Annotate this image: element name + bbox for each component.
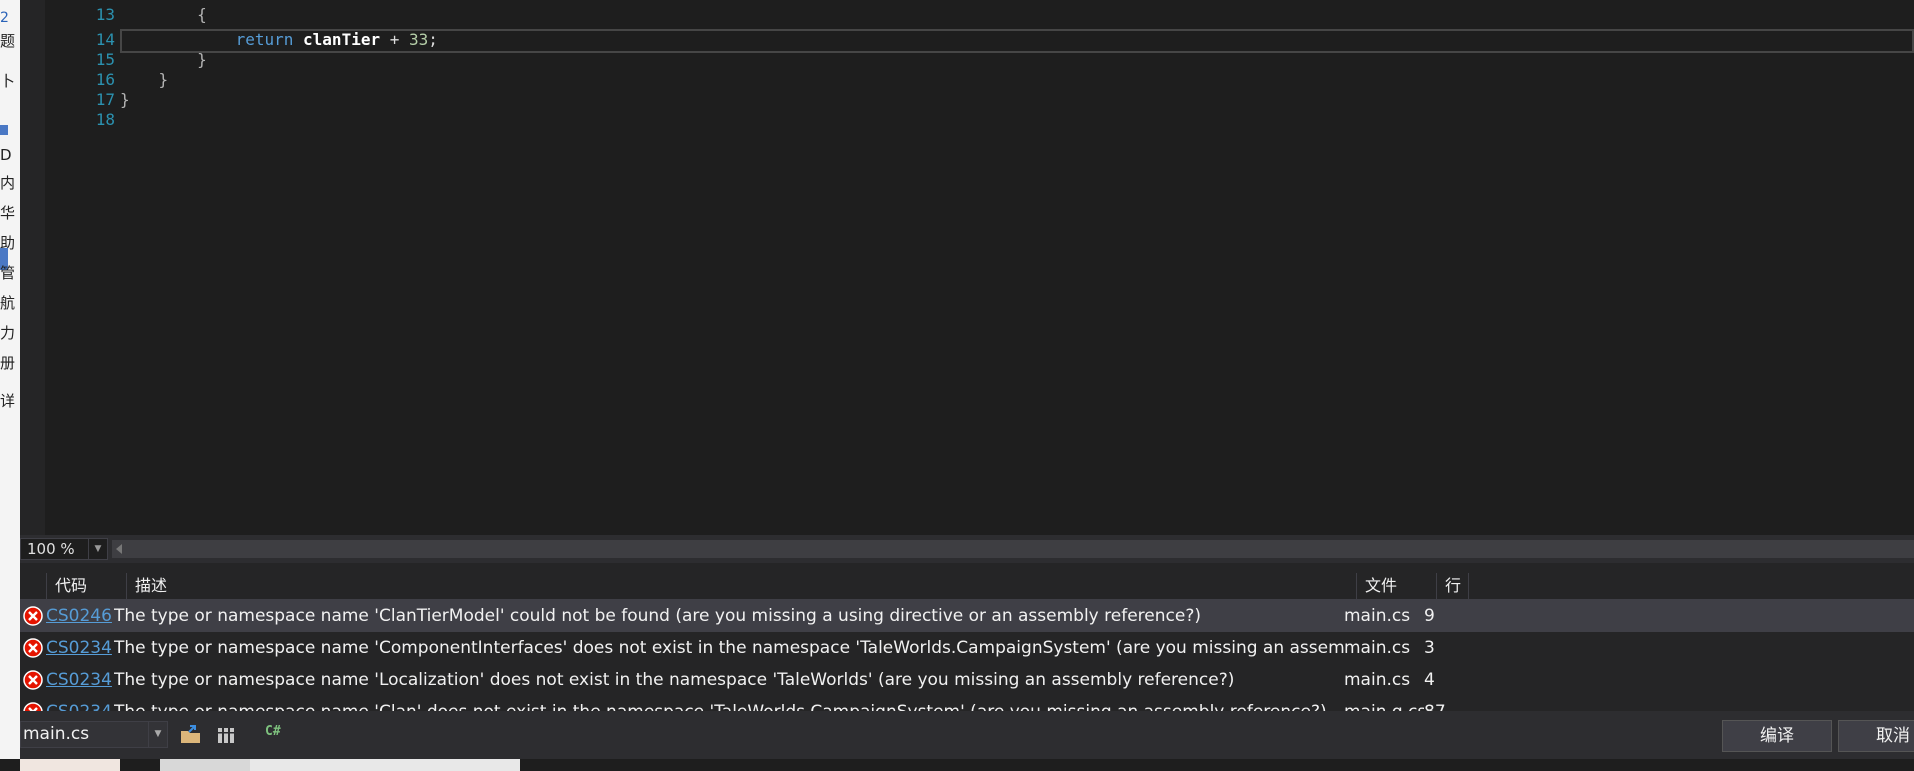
code-line: } xyxy=(120,50,207,70)
code-editor-dialog: 2 题 卜 D 内 华 助 管 航 力 册 详 13 14 15 16 17 1… xyxy=(0,0,1914,771)
code-token: clanTier xyxy=(303,30,381,49)
error-line: 3 xyxy=(1424,638,1435,658)
compile-button[interactable]: 编译 xyxy=(1722,720,1832,752)
code-token: } xyxy=(120,50,207,69)
background-block xyxy=(250,759,520,771)
background-char: D xyxy=(0,146,12,164)
background-char: 华 xyxy=(0,204,16,222)
column-header-file[interactable]: 文件 xyxy=(1356,573,1436,599)
code-token: } xyxy=(120,90,130,109)
code-token: ; xyxy=(428,30,438,49)
zoom-select[interactable]: 100 % ▼ xyxy=(20,538,108,560)
background-block xyxy=(20,759,120,771)
line-number: 18 xyxy=(95,110,115,129)
zoom-value: 100 % xyxy=(27,540,75,558)
error-file: main.cs xyxy=(1344,670,1411,690)
background-mark xyxy=(0,125,8,135)
code-line: return clanTier + 33; xyxy=(120,30,438,50)
background-block xyxy=(160,759,250,771)
code-token: return xyxy=(235,30,294,49)
line-number: 16 xyxy=(95,70,115,89)
error-file: main.cs xyxy=(1344,606,1411,626)
desktop-bottom-strip xyxy=(0,759,1914,771)
error-circle-icon xyxy=(23,638,43,658)
background-char: 卜 xyxy=(0,72,16,90)
scroll-left-arrow-icon[interactable] xyxy=(116,544,122,554)
column-header-code[interactable]: 代码 xyxy=(46,573,126,599)
background-char: 题 xyxy=(0,32,16,50)
background-app-strip: 2 题 卜 D 内 华 助 管 航 力 册 详 xyxy=(0,0,20,771)
bottom-toolbar: main.cs ▼ C# 编译 取消 xyxy=(20,711,1914,759)
background-char: 2 xyxy=(0,10,9,26)
line-number: 14 xyxy=(95,30,115,49)
code-line: { xyxy=(120,5,207,25)
error-line: 87 xyxy=(1424,696,1464,711)
open-folder-icon[interactable] xyxy=(180,725,202,745)
file-select-value: main.cs xyxy=(23,724,90,744)
code-text-area[interactable]: { return clanTier + 33; } } } xyxy=(120,0,1914,535)
line-number: 13 xyxy=(95,5,115,24)
csharp-icon[interactable]: C# xyxy=(265,724,281,739)
error-description: The type or namespace name 'ClanTierMode… xyxy=(114,606,1201,626)
library-icon[interactable] xyxy=(216,725,238,745)
error-list-panel: 代码 描述 文件 行 CS0246 The type or namespace … xyxy=(20,563,1914,711)
editor-status-bar: 100 % ▼ xyxy=(20,535,1914,563)
error-row[interactable]: CS0234 The type or namespace name 'Compo… xyxy=(20,632,1914,664)
code-token: { xyxy=(120,5,207,24)
line-number: 15 xyxy=(95,50,115,69)
error-file: main.g.cs xyxy=(1344,696,1424,711)
error-description: The type or namespace name 'ComponentInt… xyxy=(114,638,1344,658)
editor-gutter xyxy=(20,0,45,535)
background-char: 内 xyxy=(0,174,16,192)
code-token: + xyxy=(380,30,409,49)
code-editor[interactable]: 13 14 15 16 17 18 { return clanTier + 33… xyxy=(20,0,1914,535)
file-select[interactable]: main.cs ▼ xyxy=(20,721,168,748)
error-code-link[interactable]: CS0234 xyxy=(46,632,112,664)
background-char: 册 xyxy=(0,354,16,372)
background-char: 详 xyxy=(0,392,16,410)
horizontal-scrollbar[interactable] xyxy=(112,540,1914,558)
chevron-down-icon[interactable]: ▼ xyxy=(148,722,167,747)
line-number: 17 xyxy=(95,90,115,109)
chevron-down-icon[interactable]: ▼ xyxy=(88,539,107,559)
error-circle-icon xyxy=(23,702,43,711)
code-line: } xyxy=(120,90,130,110)
line-numbers: 13 14 15 16 17 18 xyxy=(45,0,115,535)
background-char: 航 xyxy=(0,294,16,312)
background-char: 力 xyxy=(0,324,16,342)
error-line: 4 xyxy=(1424,670,1435,690)
error-circle-icon xyxy=(23,606,43,626)
error-row[interactable]: CS0234 The type or namespace name 'Clan'… xyxy=(20,696,1914,711)
error-description: The type or namespace name 'Clan' does n… xyxy=(114,696,1344,711)
error-file: main.cs xyxy=(1344,638,1411,658)
error-description: The type or namespace name 'Localization… xyxy=(114,670,1235,690)
column-header-spacer xyxy=(1468,573,1914,599)
error-line: 9 xyxy=(1424,606,1435,626)
column-header-description[interactable]: 描述 xyxy=(126,573,1356,599)
error-circle-icon xyxy=(23,670,43,690)
code-token: 33 xyxy=(409,30,429,49)
column-header-line[interactable]: 行 xyxy=(1436,573,1468,599)
cancel-button[interactable]: 取消 xyxy=(1838,720,1914,752)
error-list-header: 代码 描述 文件 行 xyxy=(20,573,1914,600)
background-block xyxy=(120,759,160,771)
error-row[interactable]: CS0246 The type or namespace name 'ClanT… xyxy=(20,600,1914,632)
code-line: } xyxy=(120,70,169,90)
background-char: 管 xyxy=(0,264,16,282)
error-code-link[interactable]: CS0234 xyxy=(46,696,112,711)
error-code-link[interactable]: CS0234 xyxy=(46,664,112,696)
code-token: } xyxy=(120,70,169,89)
error-row[interactable]: CS0234 The type or namespace name 'Local… xyxy=(20,664,1914,696)
error-code-link[interactable]: CS0246 xyxy=(46,600,112,632)
